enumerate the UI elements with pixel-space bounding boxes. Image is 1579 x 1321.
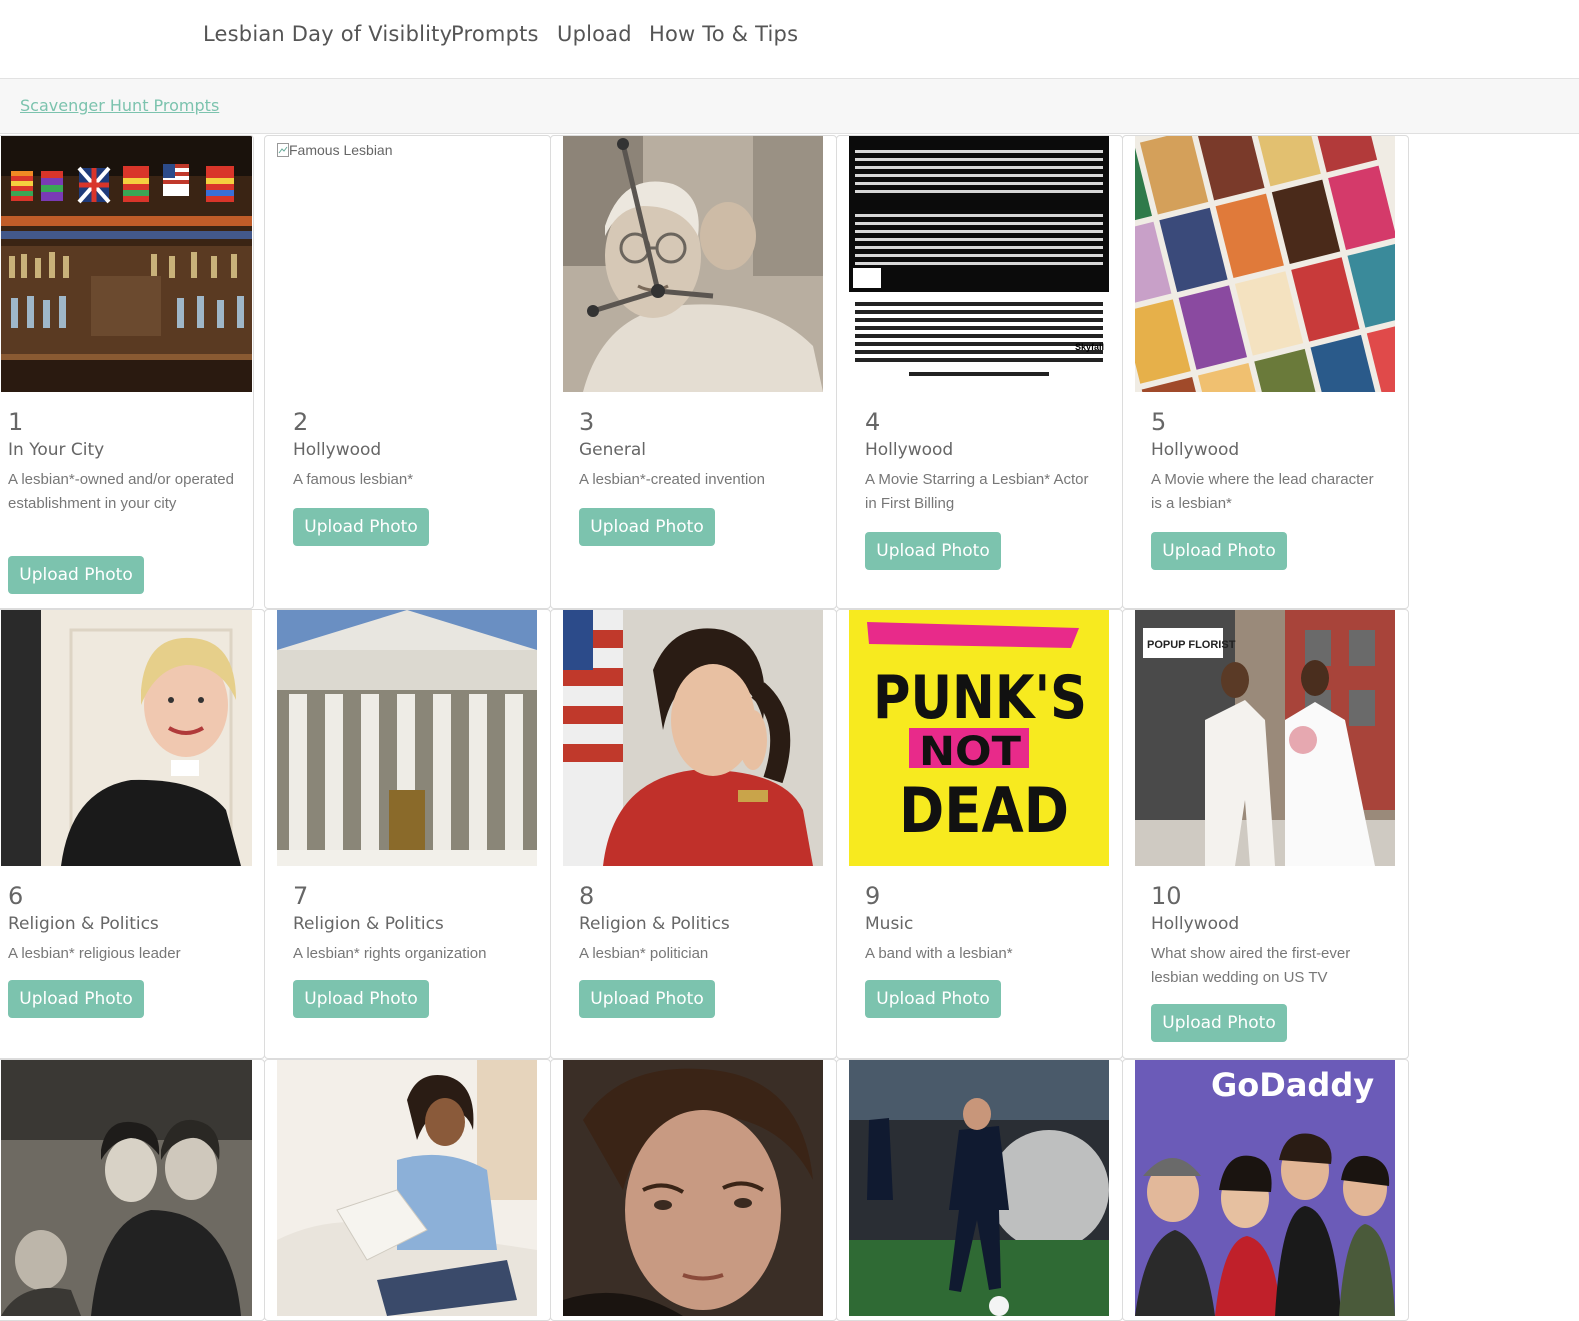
prompt-category: Music bbox=[865, 914, 914, 934]
upload-photo-button[interactable]: Upload Photo bbox=[579, 980, 715, 1018]
supreme-court-photo bbox=[277, 610, 537, 866]
prompt-card: Skyfall 4 Hollywood A Movie Starring a L… bbox=[836, 135, 1123, 609]
breadcrumb-scavenger-hunt-prompts[interactable]: Scavenger Hunt Prompts bbox=[20, 96, 219, 115]
religious-leader-photo bbox=[1, 610, 252, 866]
prompt-number: 4 bbox=[865, 408, 881, 436]
prompt-image-wedding: POPUP FLORIST bbox=[1135, 610, 1395, 866]
prompt-image-movie-poster: Skyfall bbox=[849, 136, 1109, 392]
prompt-number: 1 bbox=[8, 408, 24, 436]
prompt-card: POPUP FLORIST 10 Hollywood What show air… bbox=[1122, 609, 1409, 1059]
prompt-image-dvd-covers bbox=[1135, 136, 1395, 392]
actress-closeup-photo bbox=[563, 1060, 823, 1316]
prompt-image-actress bbox=[563, 1060, 823, 1316]
punk-line-2: NOT bbox=[919, 729, 1022, 775]
prompt-number: 3 bbox=[579, 408, 595, 436]
prompt-card: 7 Religion & Politics A lesbian* rights … bbox=[264, 609, 551, 1059]
punk-line-3: DEAD bbox=[899, 774, 1069, 847]
broken-image-icon bbox=[277, 143, 289, 157]
prompt-number: 6 bbox=[8, 882, 24, 910]
vintage-women-photo bbox=[1, 1060, 252, 1316]
breadcrumb: Scavenger Hunt Prompts bbox=[0, 79, 1579, 134]
prompt-card: PUNK'S NOT DEAD 9 Music A band with a le… bbox=[836, 609, 1123, 1059]
prompt-card: 6 Religion & Politics A lesbian* religio… bbox=[0, 609, 265, 1059]
prompt-category: Religion & Politics bbox=[579, 914, 730, 934]
prompt-description: A lesbian*-owned and/or operated establi… bbox=[8, 471, 234, 512]
prompt-category: Hollywood bbox=[1151, 440, 1240, 460]
prompt-card: 3 General A lesbian*-created invention U… bbox=[550, 135, 837, 609]
prompt-image-inventor bbox=[563, 136, 823, 392]
elderly-woman-molecule-photo bbox=[563, 136, 823, 392]
politician-photo bbox=[563, 610, 823, 866]
prompt-description: A lesbian* rights organization bbox=[293, 945, 487, 962]
upload-photo-button[interactable]: Upload Photo bbox=[1151, 532, 1287, 570]
prompt-description: A famous lesbian* bbox=[293, 471, 414, 488]
prompt-number: 5 bbox=[1151, 408, 1167, 436]
prompt-description: A Movie Starring a Lesbian* Actor in Fir… bbox=[865, 471, 1089, 512]
prompt-image-politician bbox=[563, 610, 823, 866]
prompt-number: 7 bbox=[293, 882, 309, 910]
prompt-description: What show aired the first-ever lesbian w… bbox=[1151, 945, 1351, 986]
upload-photo-button[interactable]: Upload Photo bbox=[865, 532, 1001, 570]
prompt-number: 2 bbox=[293, 408, 309, 436]
prompt-card: 8 Religion & Politics A lesbian* politic… bbox=[550, 609, 837, 1059]
wedding-couple-photo: POPUP FLORIST bbox=[1135, 610, 1395, 866]
florist-sign: POPUP FLORIST bbox=[1147, 639, 1236, 651]
upload-photo-button[interactable]: Upload Photo bbox=[865, 980, 1001, 1018]
prompt-number: 9 bbox=[865, 882, 881, 910]
prompt-card: 1 In Your City A lesbian*-owned and/or o… bbox=[0, 135, 254, 609]
nav-how-to-tips[interactable]: How To & Tips bbox=[649, 22, 798, 46]
upload-photo-button[interactable]: Upload Photo bbox=[579, 508, 715, 546]
prompt-card bbox=[0, 1059, 265, 1321]
upload-photo-button[interactable]: Upload Photo bbox=[293, 508, 429, 546]
prompt-number: 8 bbox=[579, 882, 595, 910]
woman-reading-photo bbox=[277, 1060, 537, 1316]
prompt-category: General bbox=[579, 440, 646, 460]
prompt-category: Religion & Politics bbox=[8, 914, 159, 934]
poster-wordmark: Skyfall bbox=[1075, 342, 1104, 352]
prompt-card bbox=[836, 1059, 1123, 1321]
prompt-image-godaddy: GoDaddy bbox=[1135, 1060, 1395, 1316]
prompt-image-soccer bbox=[849, 1060, 1109, 1316]
nav-lesbian-day-of-visibility[interactable]: Lesbian Day of Visiblity bbox=[203, 22, 452, 46]
prompt-image-bar bbox=[1, 136, 252, 392]
prompt-card bbox=[264, 1059, 551, 1321]
upload-photo-button[interactable]: Upload Photo bbox=[293, 980, 429, 1018]
prompt-category: In Your City bbox=[8, 440, 105, 460]
dvd-covers-collage bbox=[1135, 136, 1395, 392]
prompt-description: A lesbian*-created invention bbox=[579, 471, 765, 488]
movie-credits-poster: Skyfall bbox=[849, 136, 1109, 392]
prompt-description: A lesbian* religious leader bbox=[8, 945, 181, 962]
punk-line-1: PUNK'S bbox=[873, 663, 1087, 733]
upload-photo-button[interactable]: Upload Photo bbox=[1151, 1004, 1287, 1042]
prompt-description: A lesbian* politician bbox=[579, 945, 709, 962]
prompt-card: GoDaddy bbox=[1122, 1059, 1409, 1321]
nav-upload[interactable]: Upload bbox=[557, 22, 632, 46]
prompt-image-reader bbox=[277, 1060, 537, 1316]
prompt-category: Hollywood bbox=[1151, 914, 1240, 934]
soccer-player-photo bbox=[849, 1060, 1109, 1316]
prompt-card: Famous Lesbian 2 Hollywood A famous lesb… bbox=[264, 135, 551, 609]
prompt-number: 10 bbox=[1151, 882, 1182, 910]
godaddy-group-photo: GoDaddy bbox=[1135, 1060, 1395, 1316]
top-navigation: Lesbian Day of Visiblity Prompts Upload … bbox=[0, 0, 1579, 79]
upload-photo-button[interactable]: Upload Photo bbox=[8, 980, 144, 1018]
prompt-category: Religion & Politics bbox=[293, 914, 444, 934]
prompt-image-punk-poster: PUNK'S NOT DEAD bbox=[849, 610, 1109, 866]
prompt-image-religious-leader bbox=[1, 610, 252, 866]
prompt-card bbox=[550, 1059, 837, 1321]
nav-prompts[interactable]: Prompts bbox=[451, 22, 539, 46]
punks-not-dead-poster: PUNK'S NOT DEAD bbox=[849, 610, 1109, 866]
prompt-image-supreme-court bbox=[277, 610, 537, 866]
prompt-category: Hollywood bbox=[293, 440, 382, 460]
prompt-image-vintage-photo bbox=[1, 1060, 252, 1316]
prompt-description: A Movie where the lead character is a le… bbox=[1151, 471, 1374, 512]
godaddy-wordmark: GoDaddy bbox=[1211, 1066, 1374, 1104]
prompt-description: A band with a lesbian* bbox=[865, 945, 1013, 962]
prompt-category: Hollywood bbox=[865, 440, 954, 460]
upload-photo-button[interactable]: Upload Photo bbox=[8, 556, 144, 594]
bar-interior-photo bbox=[1, 136, 252, 392]
broken-image-famous-lesbian: Famous Lesbian bbox=[277, 142, 393, 158]
prompt-card: 5 Hollywood A Movie where the lead chara… bbox=[1122, 135, 1409, 609]
